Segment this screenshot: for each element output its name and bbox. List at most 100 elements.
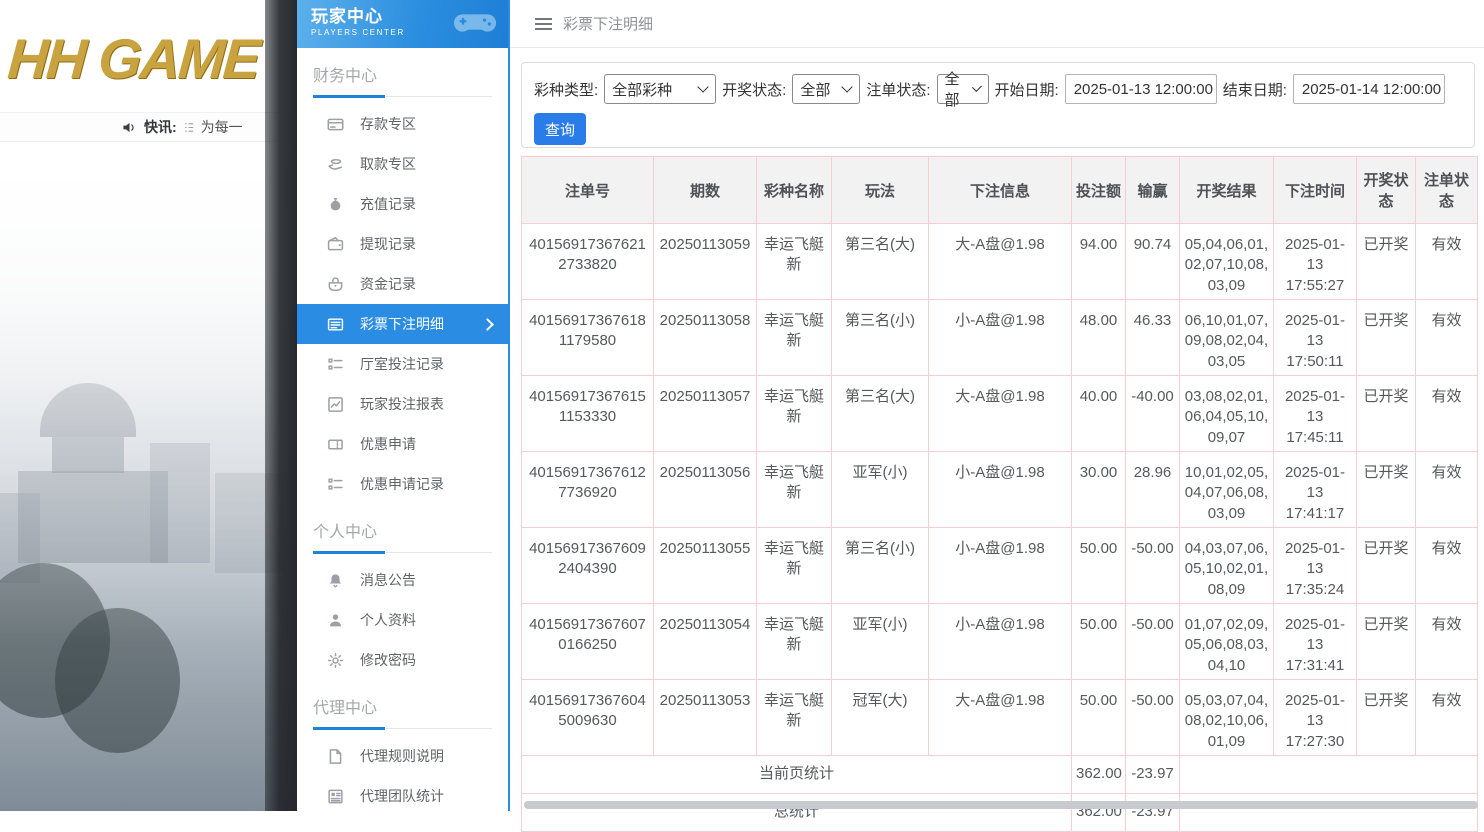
sidebar-item-hall-bet-records[interactable]: 厅室投注记录	[297, 344, 508, 384]
table-header-row: 注单号 期数 彩种名称 玩法 下注信息 投注额 输赢 开奖结果 下注时间 开奖状…	[522, 157, 1478, 224]
period-cell: 20250113056	[654, 452, 757, 528]
bet-amount-cell: 94.00	[1072, 224, 1126, 300]
play-type-cell: 冠军(大)	[832, 680, 929, 756]
bet-info-cell: 小-A盘@1.98	[929, 604, 1072, 680]
speaker-icon	[122, 120, 137, 135]
order-no-cell: 401569173676212733820	[522, 224, 654, 300]
bet-time-cell: 2025-01-13 17:27:30	[1274, 680, 1357, 756]
sidebar-item-withdrawal-records[interactable]: 提现记录	[297, 224, 508, 264]
bet-time-cell: 2025-01-13 17:35:24	[1274, 528, 1357, 604]
item-label: 代理团队统计	[360, 786, 444, 806]
end-date-label: 结束日期:	[1223, 79, 1287, 100]
play-type-cell: 第三名(大)	[832, 224, 929, 300]
item-label: 提现记录	[360, 234, 416, 254]
sidebar-item-agent-rules[interactable]: 代理规则说明	[297, 736, 508, 776]
lottery-name-cell: 幸运飞艇新	[757, 376, 832, 452]
item-label: 个人资料	[360, 610, 416, 630]
bet-info-cell: 大-A盘@1.98	[929, 376, 1072, 452]
sidebar-item-deposit-zone[interactable]: 存款专区	[297, 104, 508, 144]
sidebar-item-profile[interactable]: 个人资料	[297, 600, 508, 640]
draw-result-cell: 04,03,07,06,05,10,02,01,08,09	[1180, 528, 1274, 604]
end-date-input[interactable]	[1293, 74, 1445, 104]
start-date-input[interactable]	[1065, 74, 1217, 104]
sidebar-item-change-password[interactable]: 修改密码	[297, 640, 508, 680]
chevron-right-icon	[481, 318, 494, 331]
sidebar-section-personal: 个人中心	[313, 518, 492, 554]
period-cell: 20250113057	[654, 376, 757, 452]
order-status-select[interactable]: 全部	[937, 74, 989, 104]
draw-status-label: 开奖状态:	[722, 79, 786, 100]
sidebar-item-withdraw-zone[interactable]: 取款专区	[297, 144, 508, 184]
table-row: 401569173676181179580 20250113058 幸运飞艇新 …	[522, 300, 1478, 376]
play-type-cell: 第三名(大)	[832, 376, 929, 452]
draw-status-cell: 已开奖	[1357, 604, 1416, 680]
draw-status-select[interactable]: 全部	[792, 74, 860, 104]
horizontal-scrollbar[interactable]	[524, 801, 1478, 809]
draw-result-cell: 05,03,07,04,08,02,10,06,01,09	[1180, 680, 1274, 756]
win-loss-cell: -50.00	[1126, 604, 1180, 680]
order-status-cell: 有效	[1416, 452, 1478, 528]
section-label: 财务中心	[313, 62, 492, 86]
search-button[interactable]: 查询	[534, 113, 586, 145]
item-label: 优惠申请记录	[360, 474, 444, 494]
sidebar-item-funds-records[interactable]: 资金记录	[297, 264, 508, 304]
win-loss-cell: 46.33	[1126, 300, 1180, 376]
chevron-down-icon	[842, 81, 853, 92]
lottery-type-label: 彩种类型:	[534, 79, 598, 100]
table-row: 401569173676151153330 20250113057 幸运飞艇新 …	[522, 376, 1478, 452]
user-icon	[327, 612, 344, 629]
hamburger-menu-icon[interactable]	[535, 18, 552, 30]
period-cell: 20250113054	[654, 604, 757, 680]
order-no-cell: 401569173676092404390	[522, 528, 654, 604]
item-label: 厅室投注记录	[360, 354, 444, 374]
win-loss-cell: -50.00	[1126, 528, 1180, 604]
order-status-label: 注单状态:	[866, 79, 930, 100]
order-status-cell: 有效	[1416, 528, 1478, 604]
sidebar-item-player-bet-report[interactable]: 玩家投注报表	[297, 384, 508, 424]
table-row: 401569173676070166250 20250113054 幸运飞艇新 …	[522, 604, 1478, 680]
background-photo	[0, 143, 297, 811]
sidebar-item-agent-team-stats[interactable]: 代理团队统计	[297, 776, 508, 811]
sidebar-item-lottery-bet-details[interactable]: 彩票下注明细	[297, 304, 508, 344]
col-bet-amount: 投注额	[1072, 157, 1126, 224]
bet-amount-cell: 50.00	[1072, 604, 1126, 680]
order-status-cell: 有效	[1416, 680, 1478, 756]
list-icon	[327, 476, 344, 493]
lottery-type-select[interactable]: 全部彩种	[604, 74, 716, 104]
sidebar-item-messages[interactable]: 消息公告	[297, 560, 508, 600]
sidebar-items: 存款专区 取款专区 充值记录 提现记录 资金记录 彩票下注明细 厅室投注记录	[297, 104, 508, 504]
play-type-cell: 亚军(小)	[832, 452, 929, 528]
ticker-list-icon	[184, 121, 194, 134]
summary-empty	[1180, 756, 1478, 794]
bet-info-cell: 小-A盘@1.98	[929, 528, 1072, 604]
bet-time-cell: 2025-01-13 17:55:27	[1274, 224, 1357, 300]
item-label: 优惠申请	[360, 434, 416, 454]
purse-icon	[327, 276, 344, 293]
draw-status-cell: 已开奖	[1357, 680, 1416, 756]
col-play-type: 玩法	[832, 157, 929, 224]
period-cell: 20250113055	[654, 528, 757, 604]
summary-label: 总统计	[522, 794, 1072, 832]
order-no-cell: 401569173676127736920	[522, 452, 654, 528]
ticket-icon	[327, 436, 344, 453]
sidebar-item-promo-apply-records[interactable]: 优惠申请记录	[297, 464, 508, 504]
play-type-cell: 亚军(小)	[832, 604, 929, 680]
order-no-cell: 401569173676151153330	[522, 376, 654, 452]
sidebar-section-finance: 财务中心	[313, 62, 492, 98]
list-icon	[327, 356, 344, 373]
lottery-name-cell: 幸运飞艇新	[757, 528, 832, 604]
summary-label: 当前页统计	[522, 756, 1072, 794]
item-label: 消息公告	[360, 570, 416, 590]
wallet-icon	[327, 236, 344, 253]
sidebar: 玩家中心 PLAYERS CENTER 财务中心 存款专区 取款专区 充值记录 …	[297, 0, 510, 811]
draw-status-value: 全部	[800, 79, 830, 100]
period-cell: 20250113059	[654, 224, 757, 300]
sidebar-item-recharge-records[interactable]: 充值记录	[297, 184, 508, 224]
gamepad-icon	[452, 8, 498, 38]
item-label: 充值记录	[360, 194, 416, 214]
col-order-status: 注单状态	[1416, 157, 1478, 224]
summary-win-loss: -23.97	[1126, 794, 1180, 832]
chevron-down-icon	[698, 81, 709, 92]
sidebar-item-promo-apply[interactable]: 优惠申请	[297, 424, 508, 464]
draw-status-cell: 已开奖	[1357, 224, 1416, 300]
